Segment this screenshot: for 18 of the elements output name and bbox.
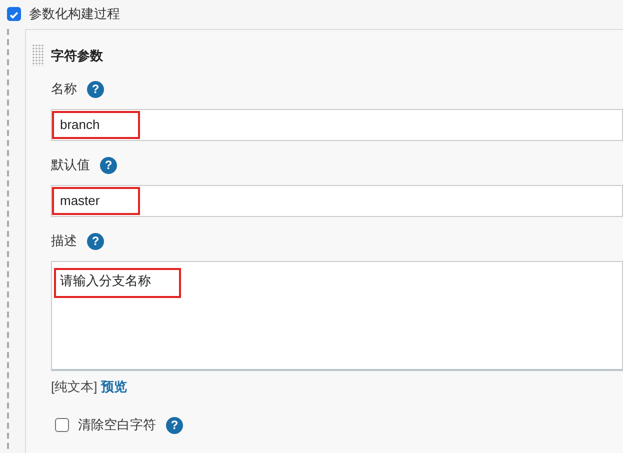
field-label: 默认值 [51,156,90,174]
checkbox-label: 参数化构建过程 [29,5,120,23]
checkbox-label: 清除空白字符 [78,416,156,434]
section-title: 字符参数 [51,47,104,65]
help-icon[interactable]: ? [87,232,104,250]
drag-handle[interactable] [32,44,44,66]
help-icon[interactable]: ? [166,416,183,434]
help-icon[interactable]: ? [87,80,104,98]
checkbox[interactable] [7,7,21,21]
text-field[interactable]: master [51,185,623,217]
checkbox[interactable] [55,418,69,432]
field-label: 描述 [51,232,77,250]
preview-link[interactable]: 预览 [101,378,128,396]
text-field[interactable]: branch [51,109,623,141]
text-area[interactable]: 请输入分支名称 [51,261,623,371]
help-icon[interactable]: ? [100,156,117,174]
field-label: 名称 [51,80,77,98]
format-label: [纯文本] [51,378,98,396]
